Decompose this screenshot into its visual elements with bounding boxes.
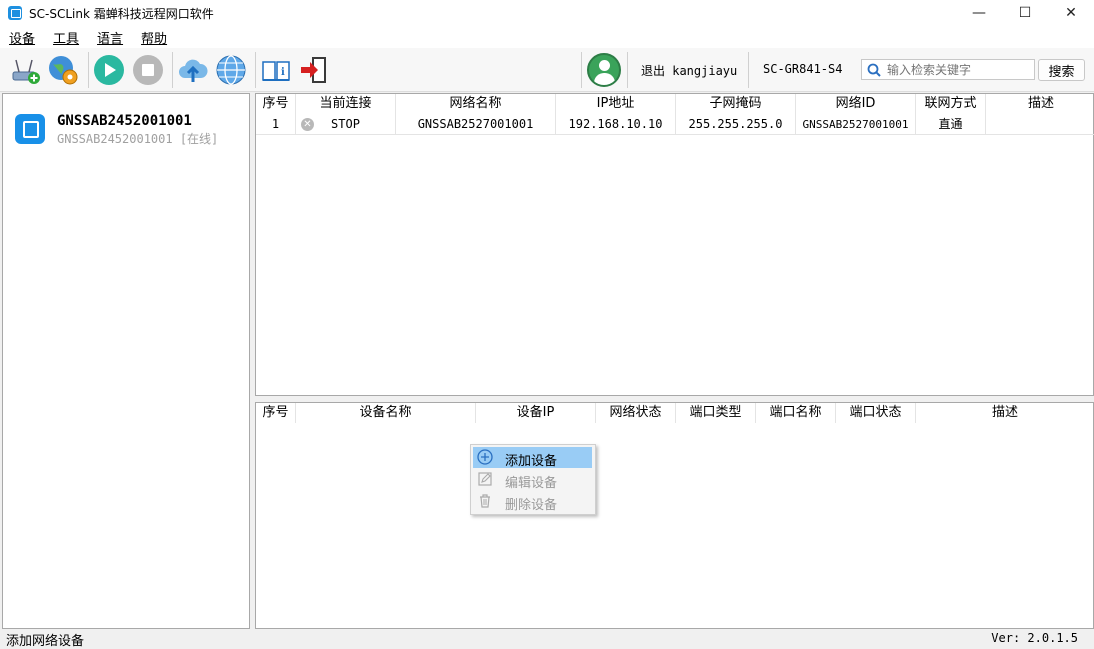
- trash-icon: [480, 494, 490, 508]
- connection-status: STOP: [331, 117, 360, 131]
- header-device-ip[interactable]: 设备IP: [476, 403, 596, 423]
- row-connection: ✕ STOP: [296, 114, 396, 134]
- device-box-icon: [15, 114, 45, 144]
- play-icon[interactable]: [93, 54, 125, 86]
- menu-edit-device-label: 编辑设备: [505, 476, 558, 491]
- status-bar: 添加网络设备 Ver: 2.0.1.5: [0, 629, 1094, 649]
- header-network-name[interactable]: 网络名称: [396, 94, 556, 114]
- device-name: GNSSAB2452001001: [57, 113, 192, 129]
- globe-settings-icon[interactable]: [47, 54, 79, 86]
- header-mask[interactable]: 子网掩码: [676, 94, 796, 114]
- cloud-upload-icon[interactable]: [177, 54, 209, 86]
- header-port-name[interactable]: 端口名称: [756, 403, 836, 423]
- menu-delete-device-label: 删除设备: [505, 498, 558, 513]
- network-table: 序号 当前连接 网络名称 IP地址 子网掩码 网络ID 联网方式 描述 1 ✕ …: [255, 93, 1094, 396]
- plus-circle-icon: [477, 449, 493, 465]
- header-description[interactable]: 描述: [986, 94, 1094, 114]
- header-description[interactable]: 描述: [916, 403, 1094, 423]
- toolbar: i 退出 kangjiayu SC-GR841-S4 搜索: [0, 48, 1094, 92]
- row-ip: 192.168.10.10: [556, 114, 676, 134]
- header-port-status[interactable]: 端口状态: [836, 403, 916, 423]
- header-device-name[interactable]: 设备名称: [296, 403, 476, 423]
- search-box: [861, 59, 1035, 80]
- title-bar: SC-SCLink 霜蝉科技远程网口软件 — ☐ ✕: [0, 0, 1094, 26]
- app-icon: [8, 6, 22, 20]
- header-port-type[interactable]: 端口类型: [676, 403, 756, 423]
- menu-edit-device[interactable]: 编辑设备: [473, 469, 592, 491]
- header-mode[interactable]: 联网方式: [916, 94, 986, 114]
- user-avatar-icon[interactable]: [587, 53, 621, 87]
- menu-add-device[interactable]: 添加设备: [473, 447, 592, 469]
- menu-delete-device[interactable]: 删除设备: [473, 491, 592, 513]
- logout-link[interactable]: 退出 kangjiayu: [641, 62, 737, 79]
- stop-icon[interactable]: [132, 54, 164, 86]
- svg-text:i: i: [281, 67, 285, 78]
- row-network-name: GNSSAB2527001001: [396, 114, 556, 134]
- device-table[interactable]: 序号 设备名称 设备IP 网络状态 端口类型 端口名称 端口状态 描述: [255, 402, 1094, 629]
- status-message: 添加网络设备: [6, 634, 85, 649]
- menu-language[interactable]: 语言: [88, 28, 132, 47]
- add-router-icon[interactable]: [10, 54, 42, 86]
- header-connection[interactable]: 当前连接: [296, 94, 396, 114]
- row-index: 1: [256, 114, 296, 134]
- maximize-button[interactable]: ☐: [1002, 0, 1048, 26]
- device-subtitle: GNSSAB2452001001 [在线]: [57, 132, 219, 146]
- close-button[interactable]: ✕: [1048, 0, 1094, 26]
- header-network-id[interactable]: 网络ID: [796, 94, 916, 114]
- header-network-status[interactable]: 网络状态: [596, 403, 676, 423]
- row-mode: 直通: [916, 114, 986, 134]
- exit-icon[interactable]: [298, 54, 330, 86]
- menu-add-device-label: 添加设备: [505, 454, 558, 469]
- stop-status-icon: ✕: [301, 118, 314, 131]
- menu-help[interactable]: 帮助: [132, 28, 176, 47]
- row-description: [986, 114, 1094, 134]
- menu-device[interactable]: 设备: [0, 28, 44, 47]
- window-title: SC-SCLink 霜蝉科技远程网口软件: [29, 6, 214, 21]
- header-index[interactable]: 序号: [256, 403, 296, 423]
- context-menu: 添加设备 编辑设备 删除设备: [470, 444, 596, 515]
- device-tree-panel: GNSSAB2452001001 GNSSAB2452001001 [在线]: [2, 93, 250, 629]
- search-button[interactable]: 搜索: [1038, 59, 1085, 81]
- menu-bar: 设备 工具 语言 帮助: [0, 26, 1094, 48]
- search-input[interactable]: [887, 62, 1027, 77]
- device-model-label: SC-GR841-S4: [763, 62, 843, 76]
- globe-icon[interactable]: [215, 54, 247, 86]
- row-mask: 255.255.255.0: [676, 114, 796, 134]
- manual-book-icon[interactable]: i: [260, 54, 292, 86]
- header-index[interactable]: 序号: [256, 94, 296, 114]
- header-ip[interactable]: IP地址: [556, 94, 676, 114]
- version-label: Ver: 2.0.1.5: [991, 631, 1078, 645]
- minimize-button[interactable]: —: [956, 0, 1002, 26]
- row-network-id: GNSSAB2527001001: [796, 114, 916, 134]
- search-icon: [867, 63, 881, 77]
- edit-icon: [478, 472, 492, 486]
- menu-tools[interactable]: 工具: [44, 28, 88, 47]
